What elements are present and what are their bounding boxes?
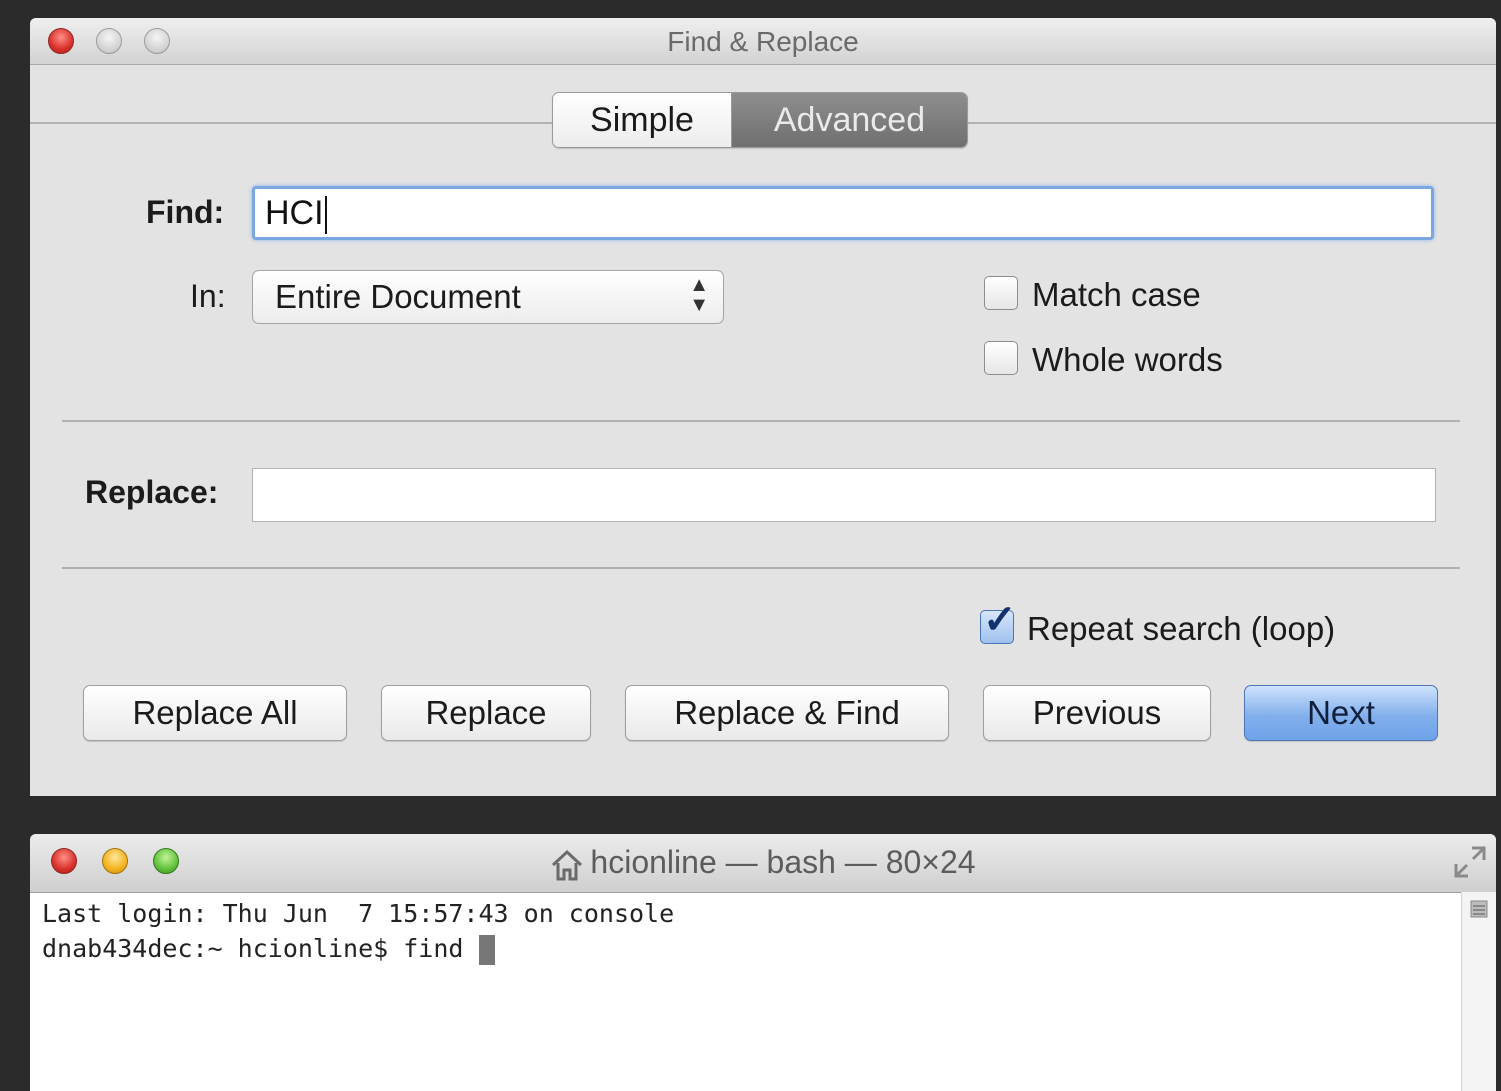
- replace-button[interactable]: Replace: [381, 685, 591, 741]
- find-replace-window: Find & Replace Simple Advanced Find: HCI…: [30, 18, 1496, 796]
- tab-advanced[interactable]: Advanced: [732, 93, 967, 147]
- in-label: In:: [190, 278, 226, 314]
- whole-words-checkbox[interactable]: [984, 341, 1018, 375]
- replace-field[interactable]: [252, 468, 1436, 522]
- terminal-line: dnab434dec:~ hcionline$ find: [42, 934, 479, 963]
- text-caret: [324, 196, 327, 235]
- terminal-title-text: hcionline — bash — 80×24: [590, 844, 976, 880]
- scope-value: Entire Document: [275, 278, 521, 315]
- repeat-search-label[interactable]: Repeat search (loop): [1027, 610, 1335, 648]
- terminal-output[interactable]: Last login: Thu Jun 7 15:57:43 on consol…: [42, 896, 1456, 966]
- title-bar[interactable]: Find & Replace: [30, 18, 1496, 65]
- find-field[interactable]: HCI: [252, 186, 1434, 240]
- resize-icon[interactable]: [1452, 844, 1488, 880]
- terminal-title: hcionline — bash — 80×24: [30, 844, 1496, 882]
- replace-label: Replace:: [85, 474, 219, 510]
- window-title: Find & Replace: [667, 26, 859, 57]
- replace-all-button[interactable]: Replace All: [83, 685, 347, 741]
- home-icon: [552, 849, 583, 881]
- find-label: Find:: [146, 194, 225, 230]
- divider: [62, 420, 1460, 422]
- terminal-window: hcionline — bash — 80×24 Last login: Thu…: [30, 834, 1496, 1091]
- whole-words-label[interactable]: Whole words: [1032, 341, 1223, 379]
- match-case-label[interactable]: Match case: [1032, 276, 1201, 314]
- replace-and-find-button[interactable]: Replace & Find: [625, 685, 949, 741]
- scrollbar[interactable]: [1461, 892, 1496, 1091]
- tab-simple[interactable]: Simple: [553, 93, 732, 147]
- find-value: HCI: [265, 194, 324, 232]
- terminal-cursor: [478, 935, 495, 965]
- mode-segmented-control: Simple Advanced: [552, 92, 968, 148]
- match-case-checkbox[interactable]: [984, 276, 1018, 310]
- next-button[interactable]: Next: [1244, 685, 1438, 741]
- divider: [62, 567, 1460, 569]
- terminal-prompt-line: dnab434dec:~ hcionline$ find: [42, 931, 1456, 966]
- scroll-icon: [1470, 900, 1488, 918]
- repeat-search-checkbox[interactable]: ✓: [980, 598, 1017, 644]
- terminal-title-bar[interactable]: hcionline — bash — 80×24: [30, 834, 1496, 893]
- previous-button[interactable]: Previous: [983, 685, 1211, 741]
- tab-divider-left: [30, 122, 552, 124]
- up-down-arrows-icon: ▲ ▼: [689, 274, 709, 316]
- checkmark-icon: ✓: [983, 598, 1017, 642]
- terminal-line: Last login: Thu Jun 7 15:57:43 on consol…: [42, 899, 675, 928]
- tab-divider-right: [966, 122, 1496, 124]
- scope-select[interactable]: Entire Document ▲ ▼: [252, 270, 724, 324]
